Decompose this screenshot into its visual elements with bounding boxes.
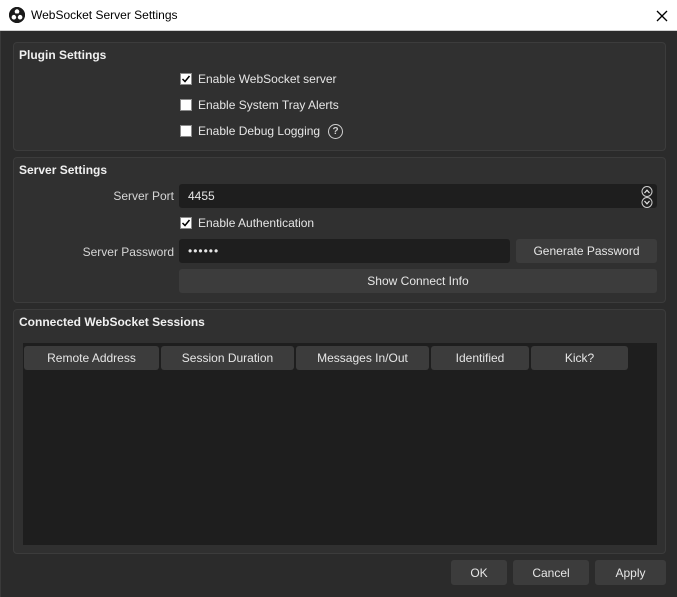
tray-alerts-label: Enable System Tray Alerts [198,98,339,112]
sessions-title: Connected WebSocket Sessions [19,315,205,329]
ok-button[interactable]: OK [451,560,507,585]
enable-auth-row: Enable Authentication [180,215,314,231]
dialog-body: Plugin Settings Enable WebSocket server … [0,31,677,597]
spin-up-button[interactable] [640,186,654,197]
obs-logo-icon [9,7,25,23]
plugin-settings-group: Plugin Settings Enable WebSocket server … [13,42,666,151]
enable-websocket-row: Enable WebSocket server [180,71,337,87]
chevron-down-icon [641,197,653,208]
enable-auth-label: Enable Authentication [198,216,315,230]
enable-auth-checkbox[interactable] [180,217,192,229]
server-port-label: Server Port [113,189,174,203]
server-port-value: 4455 [188,189,215,203]
sessions-group: Connected WebSocket Sessions Remote Addr… [13,309,666,554]
generate-password-button[interactable]: Generate Password [516,239,657,263]
enable-websocket-label: Enable WebSocket server [198,72,337,86]
table-header: Remote Address Session Duration Messages… [24,346,630,370]
column-remote-address[interactable]: Remote Address [24,346,159,370]
debug-logging-label: Enable Debug Logging [198,124,321,138]
column-session-duration[interactable]: Session Duration [161,346,294,370]
plugin-settings-title: Plugin Settings [19,48,107,62]
tray-alerts-checkbox[interactable] [180,99,192,111]
sessions-table[interactable]: Remote Address Session Duration Messages… [23,343,657,545]
spin-down-button[interactable] [640,197,654,208]
cancel-button[interactable]: Cancel [513,560,589,585]
debug-logging-row: Enable Debug Logging ? [180,123,344,139]
close-icon [656,10,667,21]
show-connect-info-button[interactable]: Show Connect Info [179,269,657,293]
chevron-up-icon [641,186,653,197]
server-password-value: •••••• [188,244,220,258]
apply-button[interactable]: Apply [595,560,666,585]
column-messages[interactable]: Messages In/Out [296,346,429,370]
window-title: WebSocket Server Settings [31,8,178,22]
close-button[interactable] [646,0,677,31]
enable-websocket-checkbox[interactable] [180,73,192,85]
server-password-label: Server Password [82,245,174,259]
debug-logging-checkbox[interactable] [180,125,192,137]
server-port-input[interactable]: 4455 [179,184,657,208]
help-icon[interactable]: ? [328,123,344,139]
title-bar: WebSocket Server Settings [0,0,677,31]
column-kick[interactable]: Kick? [531,346,628,370]
port-spinner [638,185,656,209]
tray-alerts-row: Enable System Tray Alerts [180,97,339,113]
column-identified[interactable]: Identified [431,346,529,370]
server-settings-group: Server Settings Server Port 4455 Enable … [13,157,666,303]
server-settings-title: Server Settings [19,163,108,177]
server-password-input[interactable]: •••••• [179,239,510,263]
